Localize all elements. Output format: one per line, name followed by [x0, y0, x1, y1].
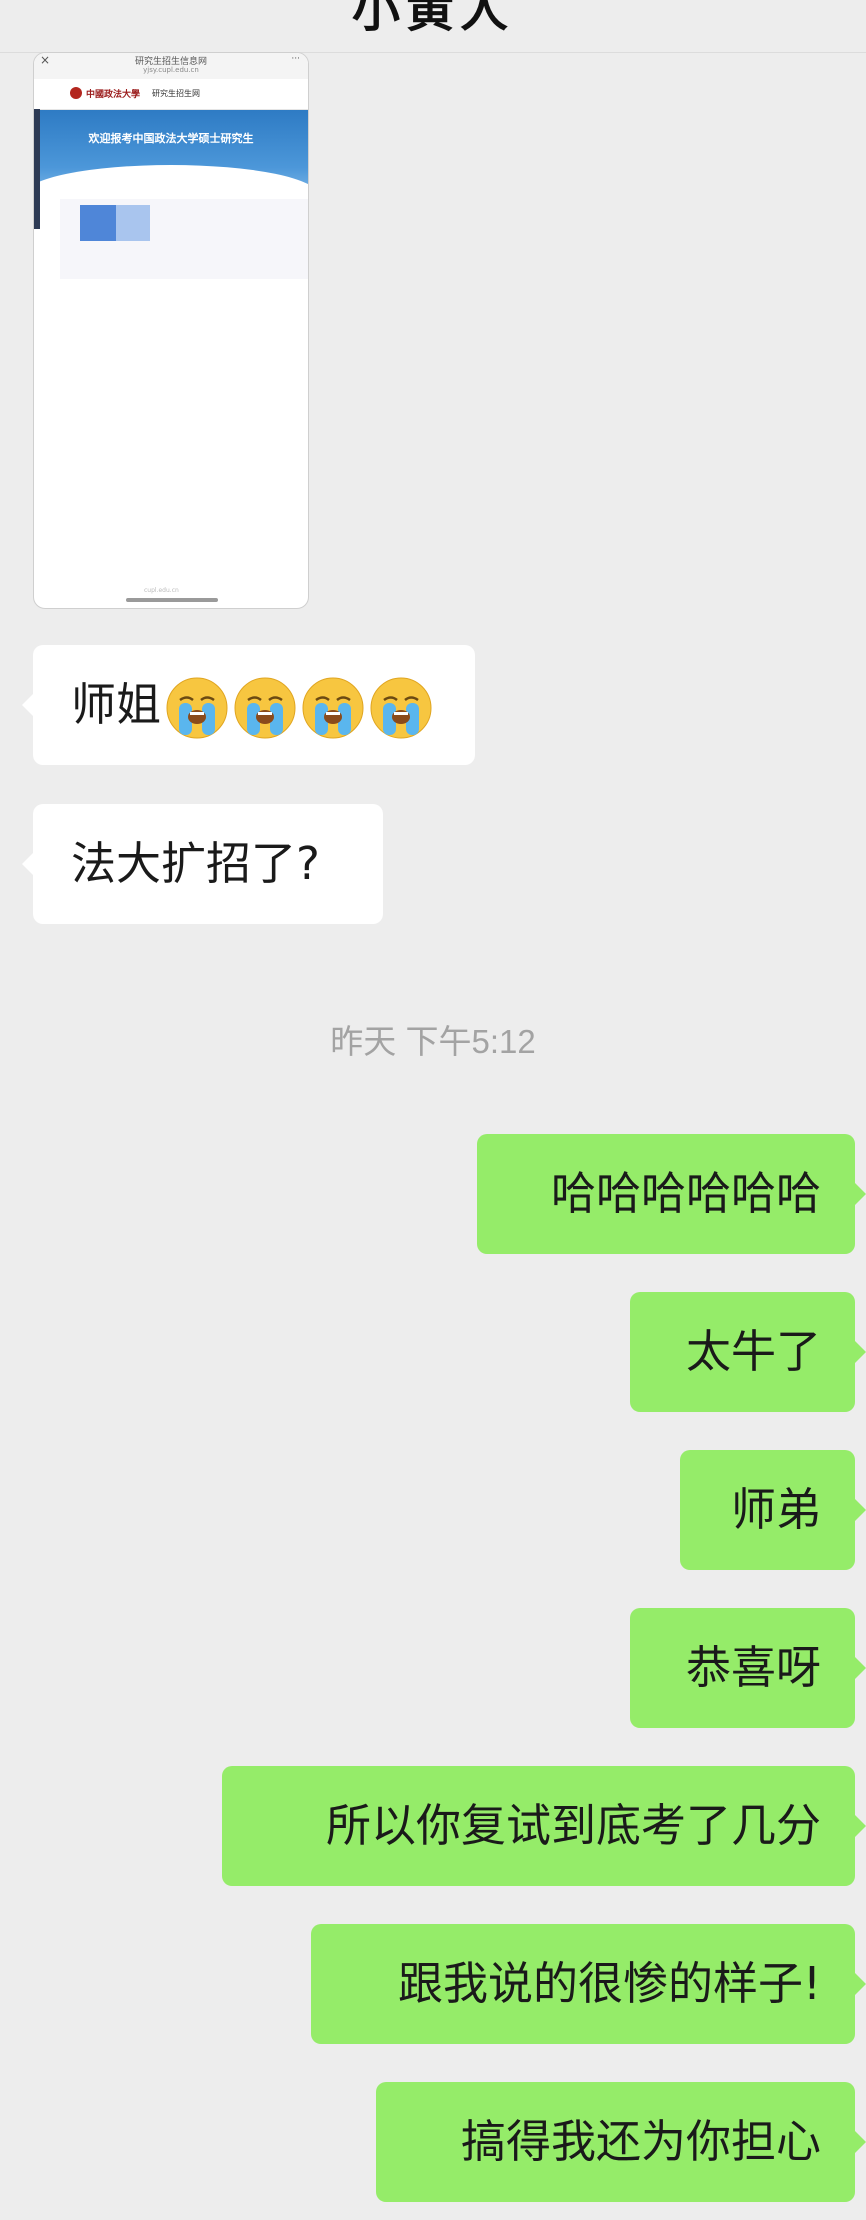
chat-title: 小黄人: [351, 0, 514, 38]
university-logo: 中國政法大學: [86, 90, 141, 100]
home-indicator: [126, 598, 218, 602]
banner-text: 欢迎报考中国政法大学硕士研究生: [88, 132, 254, 145]
chat-header: 小黄人: [0, 0, 866, 53]
message-text: 所以你复试到底考了几分: [325, 1799, 821, 1852]
shared-screenshot-thumbnail[interactable]: × 研究生招生信息网 yjsy.cupl.edu.cn ··· 中國政法大學 研…: [33, 52, 309, 609]
outgoing-message-bubble[interactable]: 师弟: [680, 1450, 866, 1570]
message-text: 哈哈哈哈哈哈: [550, 1167, 821, 1220]
outgoing-message-bubble[interactable]: 太牛了: [630, 1292, 866, 1412]
screenshot-logo-bar: 中國政法大學 研究生招生网: [34, 79, 308, 110]
screenshot-left-edge: [34, 109, 40, 229]
outgoing-message-bubble[interactable]: 所以你复试到底考了几分: [222, 1766, 866, 1886]
timestamp-separator: 昨天 下午5:12: [330, 1023, 536, 1060]
message-text: 师弟: [730, 1483, 821, 1536]
outgoing-message-bubble[interactable]: 恭喜呀: [630, 1608, 866, 1728]
incoming-message-bubble[interactable]: 师姐: [22, 645, 475, 765]
message-text: 法大扩招了?: [71, 837, 320, 890]
message-text: 恭喜呀: [685, 1641, 821, 1694]
loudly-crying-face-icon: [302, 677, 364, 739]
blurred-block-light: [116, 205, 150, 241]
emoji-group: [165, 676, 437, 740]
outgoing-message-bubble[interactable]: 搞得我还为你担心: [376, 2082, 866, 2202]
outgoing-message-bubble[interactable]: 哈哈哈哈哈哈: [477, 1134, 866, 1254]
blurred-block-dark: [80, 205, 116, 241]
message-text: 太牛了: [685, 1325, 821, 1378]
site-section-label: 研究生招生网: [152, 89, 200, 98]
message-text: 师姐: [71, 678, 162, 731]
message-text: 跟我说的很惨的样子!: [397, 1957, 821, 2010]
incoming-message-bubble[interactable]: 法大扩招了?: [22, 804, 383, 924]
screenshot-page-url: yjsy.cupl.edu.cn: [143, 66, 199, 74]
university-seal-icon: [70, 87, 82, 99]
loudly-crying-face-icon: [234, 677, 296, 739]
home-indicator-text: cupl.edu.cn: [144, 587, 179, 594]
message-text: 搞得我还为你担心: [460, 2115, 821, 2168]
loudly-crying-face-icon: [370, 677, 432, 739]
more-icon: ···: [291, 54, 300, 64]
outgoing-message-bubble[interactable]: 跟我说的很惨的样子!: [311, 1924, 866, 2044]
screenshot-status-bar: × 研究生招生信息网 yjsy.cupl.edu.cn ···: [34, 53, 308, 79]
loudly-crying-face-icon: [166, 677, 228, 739]
